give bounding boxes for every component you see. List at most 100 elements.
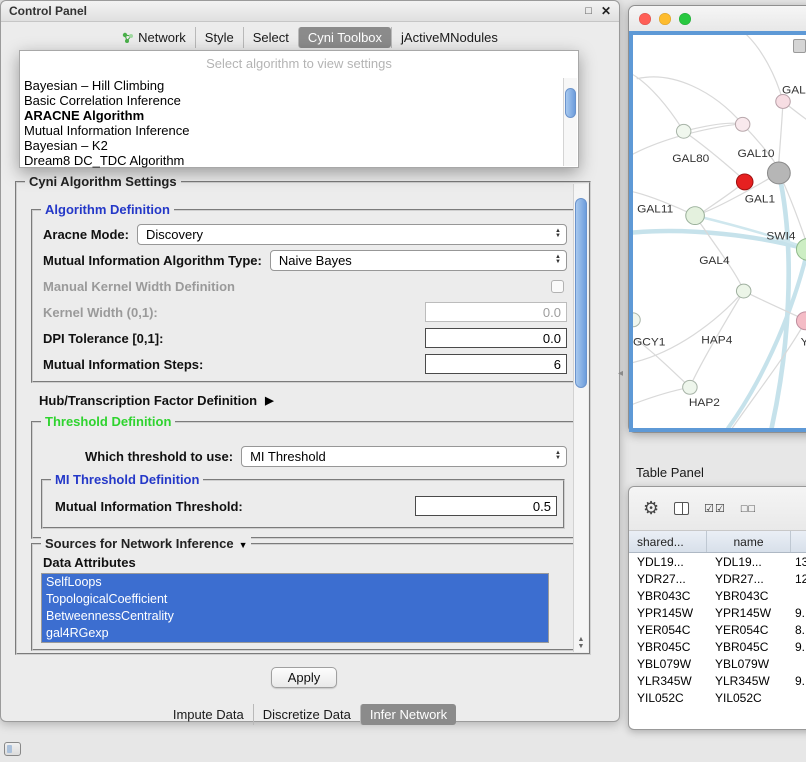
table-row[interactable]: YBR043CYBR043C xyxy=(629,587,806,604)
network-view-window: GALGAL80GAL10GAL11GAL1SWI4GAL4GCY1HAP4HA… xyxy=(628,5,806,433)
tab-style[interactable]: Style xyxy=(195,27,243,48)
combo-stepper-icon: ▲▼ xyxy=(555,451,561,461)
collapse-down-icon: ▼ xyxy=(239,540,248,550)
apply-button[interactable]: Apply xyxy=(271,667,337,688)
table-settings-gear-icon[interactable]: ⚙ xyxy=(643,498,659,519)
network-node[interactable] xyxy=(736,174,753,190)
network-edge[interactable] xyxy=(633,75,684,132)
attribute-item-selfloops[interactable]: SelfLoops xyxy=(42,574,548,591)
dpi-tolerance-label: DPI Tolerance [0,1]: xyxy=(43,331,163,346)
network-edge[interactable] xyxy=(684,123,737,131)
which-threshold-row: Which threshold to use: MI Threshold ▲▼ xyxy=(85,445,567,467)
network-node[interactable] xyxy=(767,162,790,184)
close-window-button[interactable]: ✕ xyxy=(601,4,611,18)
network-node[interactable] xyxy=(736,284,750,298)
network-edge[interactable] xyxy=(732,321,805,428)
algorithm-option-bayesian-k2[interactable]: Bayesian – K2 xyxy=(22,138,561,153)
network-node[interactable] xyxy=(633,313,640,327)
attribute-item-gal4rgexp[interactable]: gal4RGexp xyxy=(42,625,548,642)
algorithm-option-dream8-dc-tdc-algorithm[interactable]: Dream8 DC_TDC Algorithm xyxy=(22,153,561,168)
table-row[interactable]: YIL052CYIL052C xyxy=(629,689,806,706)
tab-network[interactable]: Network xyxy=(113,27,195,48)
mi-threshold-input[interactable] xyxy=(415,496,557,516)
table-row[interactable]: YPR145WYPR145W9. xyxy=(629,604,806,621)
tab-infer-network[interactable]: Infer Network xyxy=(360,704,456,725)
network-node[interactable] xyxy=(796,238,806,260)
select-all-columns-icon[interactable]: ☑☑ xyxy=(704,502,726,515)
popup-scrollbar[interactable] xyxy=(563,78,577,166)
dpi-tolerance-input[interactable] xyxy=(425,328,567,348)
aracne-mode-select[interactable]: Discovery ▲▼ xyxy=(137,224,567,245)
tab-select[interactable]: Select xyxy=(243,27,298,48)
table-cell: YDR27... xyxy=(707,572,791,586)
attribute-item-topologicalcoefficient[interactable]: TopologicalCoefficient xyxy=(42,591,548,608)
column-header-name[interactable]: name xyxy=(707,531,791,552)
network-edge[interactable] xyxy=(747,35,783,101)
network-node[interactable] xyxy=(676,124,690,138)
mi-threshold-row: Mutual Information Threshold: xyxy=(55,495,557,517)
mi-steps-row: Mutual Information Steps: xyxy=(33,351,573,377)
mi-steps-input[interactable] xyxy=(425,354,567,374)
close-traffic-light[interactable] xyxy=(639,13,651,25)
table-cell: 12 xyxy=(791,572,806,586)
unselect-all-columns-icon[interactable]: □□ xyxy=(741,503,756,515)
mi-threshold-group: MI Threshold Definition Mutual Informati… xyxy=(41,479,565,529)
table-row[interactable]: YLR345WYLR345W9. xyxy=(629,672,806,689)
network-node[interactable] xyxy=(776,95,790,109)
tab-jactivemnodules[interactable]: jActiveMNodules xyxy=(391,27,507,48)
network-edge[interactable] xyxy=(637,77,743,124)
splitter-collapse-icon[interactable]: ◂ xyxy=(618,368,623,379)
table-cell: YBL079W xyxy=(629,657,707,671)
minimized-panel-icon[interactable] xyxy=(4,742,21,756)
zoom-traffic-light[interactable] xyxy=(679,13,691,25)
tab-cyni-toolbox[interactable]: Cyni Toolbox xyxy=(298,27,391,48)
table-panel-window: ⚙☑☑□□ shared...name YDL19...YDL19...13YD… xyxy=(628,486,806,730)
settings-scrollbar-thumb[interactable] xyxy=(575,198,587,388)
network-canvas[interactable]: GALGAL80GAL10GAL11GAL1SWI4GAL4GCY1HAP4HA… xyxy=(629,31,806,432)
network-edge[interactable] xyxy=(633,387,690,404)
combo-stepper-icon: ▲▼ xyxy=(555,255,561,265)
bottom-tabs: Impute DataDiscretize DataInfer Network xyxy=(1,701,619,728)
column-header-shared[interactable]: shared... xyxy=(629,531,707,552)
algorithm-option-aracne-algorithm[interactable]: ARACNE Algorithm xyxy=(22,108,561,123)
network-node[interactable] xyxy=(796,312,806,330)
table-row[interactable]: YDR27...YDR27...12 xyxy=(629,570,806,587)
mi-type-select[interactable]: Naive Bayes ▲▼ xyxy=(270,250,567,271)
network-node[interactable] xyxy=(686,207,705,225)
control-panel-window: Control Panel □ ✕ NetworkStyleSelectCyni… xyxy=(0,0,620,722)
table-row[interactable]: YER054CYER054C8. xyxy=(629,621,806,638)
mi-threshold-label: Mutual Information Threshold: xyxy=(55,499,243,514)
network-edge[interactable] xyxy=(772,173,789,428)
network-edge[interactable] xyxy=(779,101,783,162)
algorithm-definition-title: Algorithm Definition xyxy=(41,202,174,217)
algorithm-option-basic-correlation-inference[interactable]: Basic Correlation Inference xyxy=(22,93,561,108)
tab-label: Network xyxy=(138,30,186,45)
threshold-definition-title: Threshold Definition xyxy=(41,414,175,429)
network-node[interactable] xyxy=(735,117,749,131)
which-threshold-select[interactable]: MI Threshold ▲▼ xyxy=(241,446,567,467)
sources-expander[interactable]: Sources for Network Inference▼ xyxy=(41,536,251,553)
pan-widget[interactable] xyxy=(793,39,806,53)
network-edge[interactable] xyxy=(633,291,744,362)
settings-scrollbar[interactable]: ▲▼ xyxy=(573,184,588,652)
minimize-traffic-light[interactable] xyxy=(659,13,671,25)
attribute-item-betweennesscentrality[interactable]: BetweennessCentrality xyxy=(42,608,548,625)
table-row[interactable]: YBR045CYBR045C9. xyxy=(629,638,806,655)
algorithm-option-mutual-information-inference[interactable]: Mutual Information Inference xyxy=(22,123,561,138)
float-window-button[interactable]: □ xyxy=(585,5,592,17)
scrollbar-arrow-icons[interactable]: ▲▼ xyxy=(574,636,588,650)
table-row[interactable]: YDL19...YDL19...13 xyxy=(629,553,806,570)
network-node[interactable] xyxy=(683,380,697,394)
algorithm-option-bayesian-hill-climbing[interactable]: Bayesian – Hill Climbing xyxy=(22,78,561,93)
tab-impute-data[interactable]: Impute Data xyxy=(164,704,253,725)
node-label: GAL80 xyxy=(672,152,710,165)
table-row[interactable]: YBL079WYBL079W xyxy=(629,655,806,672)
popup-scrollbar-thumb[interactable] xyxy=(565,88,576,118)
table-cell: YER054C xyxy=(707,623,791,637)
which-threshold-label: Which threshold to use: xyxy=(85,449,233,464)
data-attributes-label: Data Attributes xyxy=(43,555,136,570)
show-columns-icon[interactable] xyxy=(674,502,689,515)
tab-discretize-data[interactable]: Discretize Data xyxy=(253,704,360,725)
column-header-col2[interactable] xyxy=(791,531,806,552)
hub-definition-expander[interactable]: Hub/Transcription Factor Definition ▶ xyxy=(39,393,274,408)
